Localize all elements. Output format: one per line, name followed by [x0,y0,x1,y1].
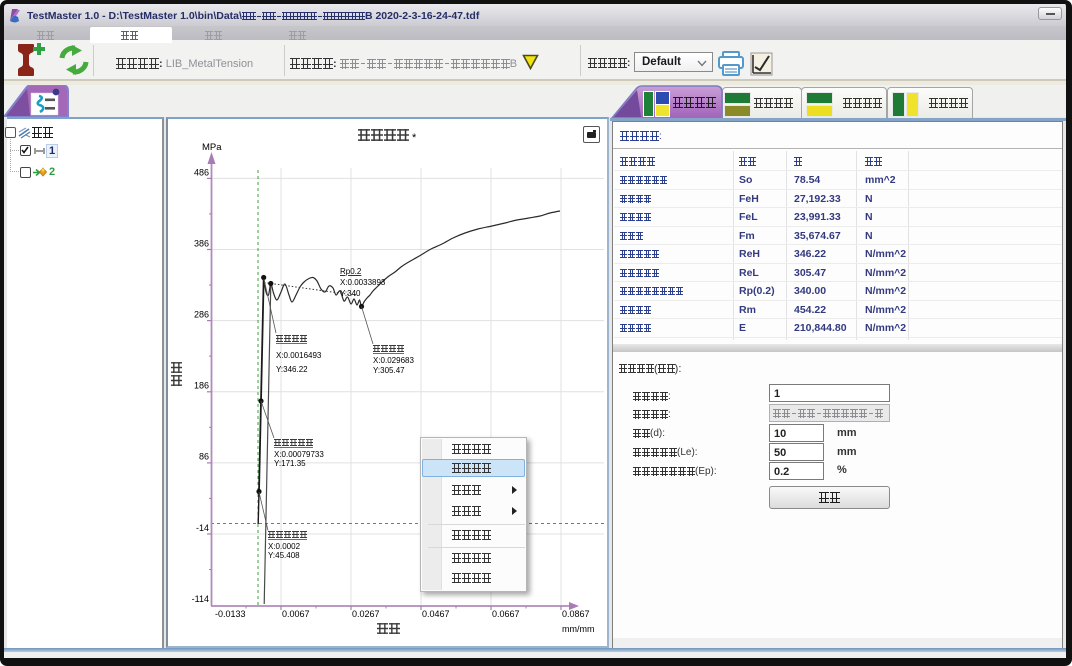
svg-text:86: 86 [199,452,209,462]
svg-text:Y:305.47: Y:305.47 [373,366,405,375]
svg-text:0.0667: 0.0667 [492,609,520,619]
svg-text:Y:171.35: Y:171.35 [274,459,306,468]
svg-text:0.0067: 0.0067 [282,609,310,619]
svg-text:Rp0.2: Rp0.2 [340,267,362,276]
svg-text:X:0.00079733: X:0.00079733 [274,450,324,459]
svg-text:Y:346.22: Y:346.22 [276,365,308,374]
svg-text:*: * [412,132,417,144]
svg-text:mm/mm: mm/mm [562,624,595,634]
svg-text:X:0.0033893: X:0.0033893 [340,278,386,287]
svg-text:Y:45.408: Y:45.408 [268,551,300,560]
svg-text:X:0.029683: X:0.029683 [373,356,414,365]
svg-text:0.0467: 0.0467 [422,609,450,619]
svg-text:486: 486 [194,168,209,178]
svg-text:0.0267: 0.0267 [352,609,380,619]
svg-text:186: 186 [194,381,209,391]
svg-text:386: 386 [194,239,209,249]
svg-text:MPa: MPa [202,142,222,153]
svg-text:Y:340: Y:340 [340,289,361,298]
svg-text:0.0867: 0.0867 [562,609,590,619]
svg-text:-114: -114 [192,594,209,604]
svg-text:X:0.0002: X:0.0002 [268,542,301,551]
svg-text:286: 286 [194,310,209,320]
svg-text:X:0.0016493: X:0.0016493 [276,351,322,360]
svg-text:-14: -14 [196,523,209,533]
svg-text:-0.0133: -0.0133 [215,609,246,619]
